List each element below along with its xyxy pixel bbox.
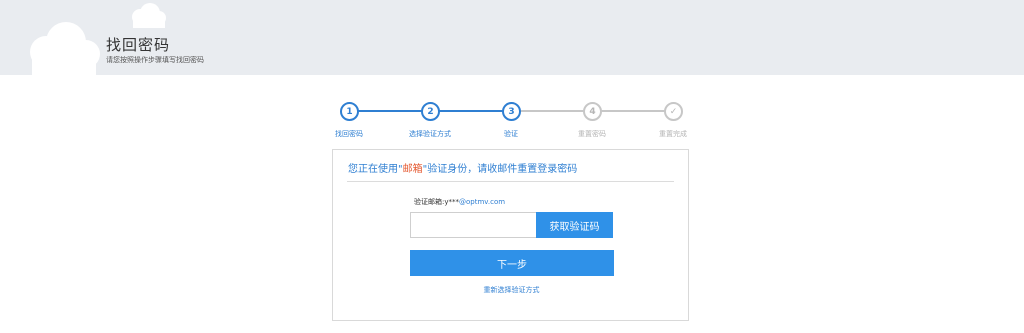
cloud-icon bbox=[132, 3, 166, 28]
step-connector bbox=[439, 110, 511, 112]
step-1-label: 找回密码 bbox=[335, 130, 363, 138]
step-connector bbox=[520, 110, 592, 112]
email-domain: @optmv.com bbox=[459, 198, 506, 206]
step-1-circle: 1 bbox=[340, 102, 359, 121]
cloud-icon bbox=[30, 22, 100, 75]
verification-notice: 您正在使用"邮箱"验证身份，请收邮件重置登录密码 bbox=[348, 160, 577, 175]
check-icon: ✓ bbox=[664, 102, 683, 121]
notice-suffix: "验证身份，请收邮件重置登录密码 bbox=[422, 164, 578, 175]
email-label: 验证邮箱: bbox=[414, 198, 445, 206]
page-header: 找回密码 请您按照操作步骤填写找回密码 bbox=[0, 0, 1024, 75]
step-3-circle: 3 bbox=[502, 102, 521, 121]
step-3-label: 验证 bbox=[504, 130, 518, 138]
next-step-button[interactable]: 下一步 bbox=[410, 250, 614, 276]
step-2-label: 选择验证方式 bbox=[409, 130, 451, 138]
email-masked: y*** bbox=[444, 198, 460, 206]
step-2-circle: 2 bbox=[421, 102, 440, 121]
divider bbox=[347, 181, 674, 182]
page-title: 找回密码 bbox=[106, 36, 171, 54]
verification-card: 您正在使用"邮箱"验证身份，请收邮件重置登录密码 验证邮箱:y***@optmv… bbox=[332, 149, 689, 321]
step-connector bbox=[358, 110, 430, 112]
verification-code-input[interactable] bbox=[410, 212, 537, 238]
reselect-method-link[interactable]: 重新选择验证方式 bbox=[333, 285, 690, 295]
step-5-label: 重置完成 bbox=[659, 130, 687, 138]
email-row: 验证邮箱:y***@optmv.com bbox=[414, 197, 505, 207]
step-4-circle: 4 bbox=[583, 102, 602, 121]
get-code-button[interactable]: 获取验证码 bbox=[536, 212, 613, 238]
progress-stepper: 1 2 3 4 ✓ 找回密码 选择验证方式 验证 重置密码 重置完成 bbox=[330, 100, 690, 140]
notice-highlight: 邮箱 bbox=[402, 164, 423, 175]
step-connector bbox=[601, 110, 673, 112]
page-subtitle: 请您按照操作步骤填写找回密码 bbox=[106, 56, 204, 64]
notice-prefix: 您正在使用" bbox=[348, 164, 403, 175]
step-4-label: 重置密码 bbox=[578, 130, 606, 138]
